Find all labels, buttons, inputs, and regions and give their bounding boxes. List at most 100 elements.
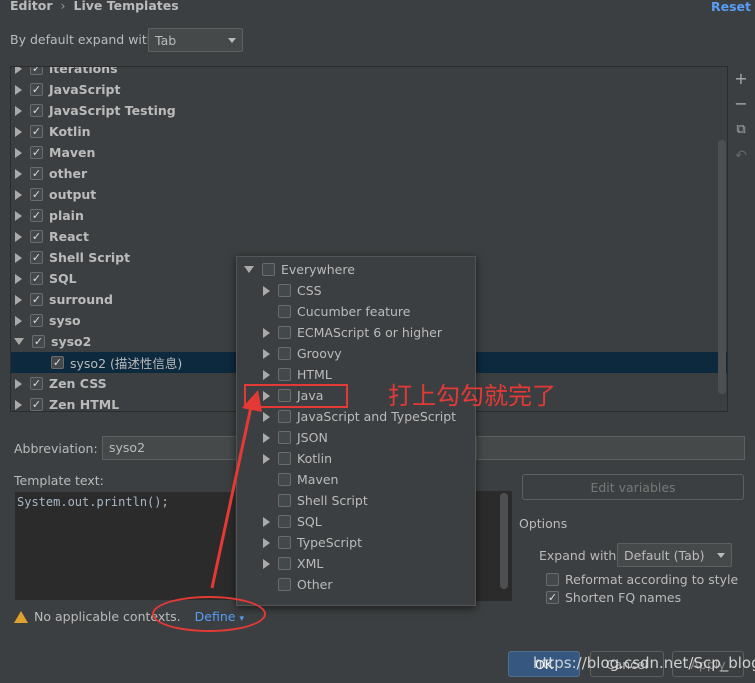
template-checkbox[interactable]: ✓	[30, 398, 43, 411]
default-expand-label: By default expand with	[10, 32, 155, 47]
undo-icon[interactable]: ↶	[731, 146, 751, 166]
template-checkbox[interactable]: ✓	[30, 272, 43, 285]
tree-item-label: plain	[49, 208, 84, 223]
shorten-checkbox[interactable]: ✓	[546, 591, 559, 604]
context-checkbox[interactable]	[278, 347, 291, 360]
context-checkbox[interactable]	[278, 305, 291, 318]
template-checkbox[interactable]: ✓	[30, 209, 43, 222]
template-group[interactable]: ✓ other	[11, 163, 727, 184]
chevron-right-icon[interactable]	[263, 348, 270, 359]
chevron-right-icon[interactable]	[15, 252, 22, 263]
template-group[interactable]: ✓ Kotlin	[11, 121, 727, 142]
context-checkbox[interactable]	[262, 263, 275, 276]
reset-link[interactable]: Reset	[711, 0, 751, 14]
context-item[interactable]: CSS	[237, 280, 475, 301]
template-checkbox[interactable]: ✓	[30, 314, 43, 327]
tree-item-label: Zen CSS	[49, 376, 107, 391]
expand-with-select[interactable]: Default (Tab)	[617, 543, 732, 567]
template-checkbox[interactable]: ✓	[30, 230, 43, 243]
chevron-down-icon[interactable]	[14, 338, 24, 345]
define-highlight-ellipse	[152, 596, 266, 632]
tree-item-label: Maven	[49, 145, 96, 160]
chevron-down-icon[interactable]	[244, 266, 254, 273]
context-item[interactable]: Cucumber feature	[237, 301, 475, 322]
tree-item-label: JavaScript Testing	[49, 103, 176, 118]
chevron-right-icon[interactable]	[15, 210, 22, 221]
page-title: Live Templates	[73, 0, 179, 13]
chevron-right-icon[interactable]	[15, 168, 22, 179]
context-item-label: ECMAScript 6 or higher	[297, 325, 442, 340]
shorten-option[interactable]: ✓ Shorten FQ names	[546, 590, 681, 605]
tree-scrollbar[interactable]	[718, 140, 726, 394]
template-text-label: Template text:	[14, 473, 104, 488]
context-item[interactable]: Everywhere	[237, 259, 475, 280]
template-checkbox[interactable]: ✓	[51, 356, 64, 369]
context-item[interactable]: ECMAScript 6 or higher	[237, 322, 475, 343]
chevron-right-icon[interactable]	[15, 67, 22, 74]
chevron-right-icon[interactable]	[15, 84, 22, 95]
chevron-right-icon[interactable]	[15, 399, 22, 410]
tree-item-label: output	[49, 187, 97, 202]
template-checkbox[interactable]: ✓	[30, 251, 43, 264]
minus-icon[interactable]: −	[731, 94, 751, 114]
template-checkbox[interactable]: ✓	[30, 104, 43, 117]
chevron-right-icon[interactable]	[15, 231, 22, 242]
chevron-right-icon[interactable]	[15, 126, 22, 137]
chevron-right-icon[interactable]	[263, 327, 270, 338]
template-group[interactable]: ✓ JavaScript	[11, 79, 727, 100]
expand-with-label: Expand with	[539, 548, 617, 563]
chevron-right-icon[interactable]	[263, 369, 270, 380]
chevron-right-icon[interactable]	[15, 315, 22, 326]
template-checkbox[interactable]: ✓	[30, 125, 43, 138]
copy-icon[interactable]: ⧉	[731, 120, 751, 140]
template-checkbox[interactable]: ✓	[30, 167, 43, 180]
template-checkbox[interactable]: ✓	[30, 188, 43, 201]
tree-item-label: Shell Script	[49, 250, 131, 265]
reformat-checkbox[interactable]	[546, 573, 559, 586]
reformat-option[interactable]: Reformat according to style	[546, 572, 738, 587]
template-group[interactable]: ✓ Maven	[11, 142, 727, 163]
context-item-label: CSS	[297, 283, 322, 298]
context-item[interactable]: Groovy	[237, 343, 475, 364]
warning-icon	[14, 610, 28, 623]
template-checkbox[interactable]: ✓	[30, 293, 43, 306]
template-checkbox[interactable]: ✓	[30, 83, 43, 96]
plus-icon[interactable]: +	[731, 69, 751, 89]
template-group[interactable]: ✓ iterations	[11, 67, 727, 79]
context-item-label: Cucumber feature	[297, 304, 411, 319]
tree-item-label: Kotlin	[49, 124, 91, 139]
tree-item-label: syso2 (描述性信息)	[70, 356, 183, 371]
breadcrumb-root[interactable]: Editor	[10, 0, 53, 13]
breadcrumb-separator: ›	[60, 0, 66, 13]
chevron-right-icon[interactable]	[15, 189, 22, 200]
template-checkbox[interactable]: ✓	[30, 67, 43, 75]
template-group[interactable]: ✓ output	[11, 184, 727, 205]
context-item-label: Everywhere	[281, 262, 355, 277]
chevron-down-icon	[228, 37, 236, 43]
template-checkbox[interactable]: ✓	[30, 146, 43, 159]
description-field[interactable]	[476, 436, 745, 460]
template-checkbox[interactable]: ✓	[30, 377, 43, 390]
chevron-right-icon[interactable]	[15, 273, 22, 284]
template-group[interactable]: ✓ plain	[11, 205, 727, 226]
context-item-label: HTML	[297, 367, 332, 382]
editor-scrollbar[interactable]	[500, 493, 508, 589]
chevron-right-icon[interactable]	[15, 147, 22, 158]
chevron-right-icon[interactable]	[15, 294, 22, 305]
template-checkbox[interactable]: ✓	[32, 335, 45, 348]
annotation-arrow	[210, 390, 262, 589]
context-item-label: Shell Script	[297, 493, 368, 508]
template-group[interactable]: ✓ React	[11, 226, 727, 247]
context-checkbox[interactable]	[278, 326, 291, 339]
tree-item-label: other	[49, 166, 88, 181]
chevron-right-icon[interactable]	[263, 285, 270, 296]
chevron-right-icon[interactable]	[15, 105, 22, 116]
context-item-label: Maven	[297, 472, 339, 487]
edit-variables-button[interactable]: Edit variables	[522, 474, 744, 500]
context-checkbox[interactable]	[278, 368, 291, 381]
context-item-label: Groovy	[297, 346, 342, 361]
chevron-right-icon[interactable]	[15, 378, 22, 389]
template-group[interactable]: ✓ JavaScript Testing	[11, 100, 727, 121]
default-expand-select[interactable]: Tab	[148, 28, 243, 52]
context-checkbox[interactable]	[278, 284, 291, 297]
